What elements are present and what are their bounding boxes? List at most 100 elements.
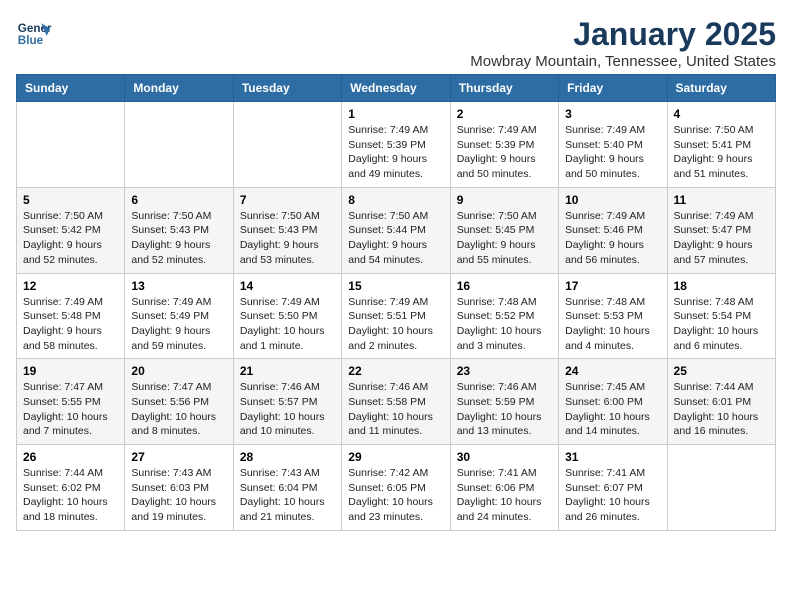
day-number: 5 xyxy=(23,193,118,207)
day-info: Sunrise: 7:49 AM Sunset: 5:50 PM Dayligh… xyxy=(240,295,335,354)
calendar-cell: 11 Sunrise: 7:49 AM Sunset: 5:47 PM Dayli… xyxy=(667,187,775,273)
day-number: 4 xyxy=(674,107,769,121)
day-number: 7 xyxy=(240,193,335,207)
calendar-week-row: 5Sunrise: 7:50 AM Sunset: 5:42 PM Daylig… xyxy=(17,187,776,273)
day-number: 18 xyxy=(674,279,769,293)
day-info: Sunrise: 7:49 AM Sunset: 5:51 PM Dayligh… xyxy=(348,295,443,354)
calendar-cell: 2Sunrise: 7:49 AM Sunset: 5:39 PM Daylig… xyxy=(450,102,558,188)
day-info: Sunrise: 7:47 AM Sunset: 5:56 PM Dayligh… xyxy=(131,380,226,439)
day-info: Sunrise: 7:43 AM Sunset: 6:04 PM Dayligh… xyxy=(240,466,335,525)
calendar-cell xyxy=(17,102,125,188)
day-info: Sunrise: 7:49 AM Sunset: 5:46 PM Dayligh… xyxy=(565,209,660,268)
day-number: 14 xyxy=(240,279,335,293)
day-info: Sunrise: 7:50 AM Sunset: 5:44 PM Dayligh… xyxy=(348,209,443,268)
day-info: Sunrise: 7:41 AM Sunset: 6:06 PM Dayligh… xyxy=(457,466,552,525)
calendar-week-row: 12Sunrise: 7:49 AM Sunset: 5:48 PM Dayli… xyxy=(17,273,776,359)
weekday-header-sunday: Sunday xyxy=(17,75,125,102)
day-info: Sunrise: 7:43 AM Sunset: 6:03 PM Dayligh… xyxy=(131,466,226,525)
day-number: 11 xyxy=(674,193,769,207)
calendar-table: SundayMondayTuesdayWednesdayThursdayFrid… xyxy=(16,74,776,531)
calendar-cell: 4 Sunrise: 7:50 AM Sunset: 5:41 PM Daylig… xyxy=(667,102,775,188)
calendar-cell: 7 Sunrise: 7:50 AM Sunset: 5:43 PM Daylig… xyxy=(233,187,341,273)
day-number: 31 xyxy=(565,450,660,464)
day-number: 30 xyxy=(457,450,552,464)
day-number: 22 xyxy=(348,364,443,378)
calendar-cell: 20 Sunrise: 7:47 AM Sunset: 5:56 PM Dayli… xyxy=(125,359,233,445)
calendar-cell: 13 Sunrise: 7:49 AM Sunset: 5:49 PM Dayli… xyxy=(125,273,233,359)
day-number: 6 xyxy=(131,193,226,207)
weekday-header-wednesday: Wednesday xyxy=(342,75,450,102)
calendar-cell: 21 Sunrise: 7:46 AM Sunset: 5:57 PM Dayli… xyxy=(233,359,341,445)
calendar-cell: 27 Sunrise: 7:43 AM Sunset: 6:03 PM Dayli… xyxy=(125,445,233,531)
day-info: Sunrise: 7:49 AM Sunset: 5:39 PM Dayligh… xyxy=(348,123,443,182)
weekday-header-friday: Friday xyxy=(559,75,667,102)
calendar-cell: 26 Sunrise: 7:44 AM Sunset: 6:02 PM Dayli… xyxy=(17,445,125,531)
logo-icon: General Blue xyxy=(16,16,52,52)
logo: General Blue xyxy=(16,16,52,52)
header: General Blue January 2025 Mowbray Mounta… xyxy=(16,16,776,70)
calendar-cell xyxy=(233,102,341,188)
calendar-cell: 5Sunrise: 7:50 AM Sunset: 5:42 PM Daylig… xyxy=(17,187,125,273)
weekday-header-row: SundayMondayTuesdayWednesdayThursdayFrid… xyxy=(17,75,776,102)
day-number: 25 xyxy=(674,364,769,378)
calendar-cell: 1Sunrise: 7:49 AM Sunset: 5:39 PM Daylig… xyxy=(342,102,450,188)
calendar-cell: 10 Sunrise: 7:49 AM Sunset: 5:46 PM Dayli… xyxy=(559,187,667,273)
day-info: Sunrise: 7:48 AM Sunset: 5:52 PM Dayligh… xyxy=(457,295,552,354)
day-number: 9 xyxy=(457,193,552,207)
calendar-cell: 17 Sunrise: 7:48 AM Sunset: 5:53 PM Dayli… xyxy=(559,273,667,359)
day-info: Sunrise: 7:49 AM Sunset: 5:49 PM Dayligh… xyxy=(131,295,226,354)
day-number: 17 xyxy=(565,279,660,293)
calendar-cell: 22 Sunrise: 7:46 AM Sunset: 5:58 PM Dayli… xyxy=(342,359,450,445)
day-number: 15 xyxy=(348,279,443,293)
calendar-cell: 25 Sunrise: 7:44 AM Sunset: 6:01 PM Dayli… xyxy=(667,359,775,445)
day-number: 26 xyxy=(23,450,118,464)
calendar-cell: 14 Sunrise: 7:49 AM Sunset: 5:50 PM Dayli… xyxy=(233,273,341,359)
day-number: 21 xyxy=(240,364,335,378)
calendar-cell: 16Sunrise: 7:48 AM Sunset: 5:52 PM Dayli… xyxy=(450,273,558,359)
weekday-header-saturday: Saturday xyxy=(667,75,775,102)
day-info: Sunrise: 7:44 AM Sunset: 6:02 PM Dayligh… xyxy=(23,466,118,525)
day-info: Sunrise: 7:49 AM Sunset: 5:47 PM Dayligh… xyxy=(674,209,769,268)
calendar-cell: 8Sunrise: 7:50 AM Sunset: 5:44 PM Daylig… xyxy=(342,187,450,273)
calendar-cell: 24 Sunrise: 7:45 AM Sunset: 6:00 PM Dayli… xyxy=(559,359,667,445)
calendar-cell xyxy=(125,102,233,188)
day-number: 13 xyxy=(131,279,226,293)
day-number: 24 xyxy=(565,364,660,378)
day-info: Sunrise: 7:45 AM Sunset: 6:00 PM Dayligh… xyxy=(565,380,660,439)
calendar-week-row: 1Sunrise: 7:49 AM Sunset: 5:39 PM Daylig… xyxy=(17,102,776,188)
day-number: 23 xyxy=(457,364,552,378)
day-number: 27 xyxy=(131,450,226,464)
weekday-header-thursday: Thursday xyxy=(450,75,558,102)
day-info: Sunrise: 7:50 AM Sunset: 5:43 PM Dayligh… xyxy=(240,209,335,268)
calendar-cell: 12Sunrise: 7:49 AM Sunset: 5:48 PM Dayli… xyxy=(17,273,125,359)
weekday-header-tuesday: Tuesday xyxy=(233,75,341,102)
calendar-week-row: 26 Sunrise: 7:44 AM Sunset: 6:02 PM Dayli… xyxy=(17,445,776,531)
calendar-cell: 28Sunrise: 7:43 AM Sunset: 6:04 PM Dayli… xyxy=(233,445,341,531)
calendar-cell: 31 Sunrise: 7:41 AM Sunset: 6:07 PM Dayli… xyxy=(559,445,667,531)
svg-text:Blue: Blue xyxy=(18,34,44,47)
day-info: Sunrise: 7:49 AM Sunset: 5:48 PM Dayligh… xyxy=(23,295,118,354)
day-info: Sunrise: 7:48 AM Sunset: 5:53 PM Dayligh… xyxy=(565,295,660,354)
day-info: Sunrise: 7:44 AM Sunset: 6:01 PM Dayligh… xyxy=(674,380,769,439)
day-number: 3 xyxy=(565,107,660,121)
day-number: 29 xyxy=(348,450,443,464)
weekday-header-monday: Monday xyxy=(125,75,233,102)
calendar-cell: 9Sunrise: 7:50 AM Sunset: 5:45 PM Daylig… xyxy=(450,187,558,273)
calendar-cell: 15 Sunrise: 7:49 AM Sunset: 5:51 PM Dayli… xyxy=(342,273,450,359)
day-number: 10 xyxy=(565,193,660,207)
day-info: Sunrise: 7:49 AM Sunset: 5:40 PM Dayligh… xyxy=(565,123,660,182)
calendar-cell: 30 Sunrise: 7:41 AM Sunset: 6:06 PM Dayli… xyxy=(450,445,558,531)
calendar-cell: 29Sunrise: 7:42 AM Sunset: 6:05 PM Dayli… xyxy=(342,445,450,531)
calendar-cell: 18Sunrise: 7:48 AM Sunset: 5:54 PM Dayli… xyxy=(667,273,775,359)
calendar-cell: 19Sunrise: 7:47 AM Sunset: 5:55 PM Dayli… xyxy=(17,359,125,445)
calendar-cell xyxy=(667,445,775,531)
day-info: Sunrise: 7:41 AM Sunset: 6:07 PM Dayligh… xyxy=(565,466,660,525)
day-info: Sunrise: 7:46 AM Sunset: 5:57 PM Dayligh… xyxy=(240,380,335,439)
day-info: Sunrise: 7:46 AM Sunset: 5:58 PM Dayligh… xyxy=(348,380,443,439)
calendar-cell: 3 Sunrise: 7:49 AM Sunset: 5:40 PM Daylig… xyxy=(559,102,667,188)
month-title: January 2025 xyxy=(470,16,776,53)
day-number: 20 xyxy=(131,364,226,378)
day-info: Sunrise: 7:49 AM Sunset: 5:39 PM Dayligh… xyxy=(457,123,552,182)
calendar-cell: 6Sunrise: 7:50 AM Sunset: 5:43 PM Daylig… xyxy=(125,187,233,273)
day-info: Sunrise: 7:50 AM Sunset: 5:41 PM Dayligh… xyxy=(674,123,769,182)
